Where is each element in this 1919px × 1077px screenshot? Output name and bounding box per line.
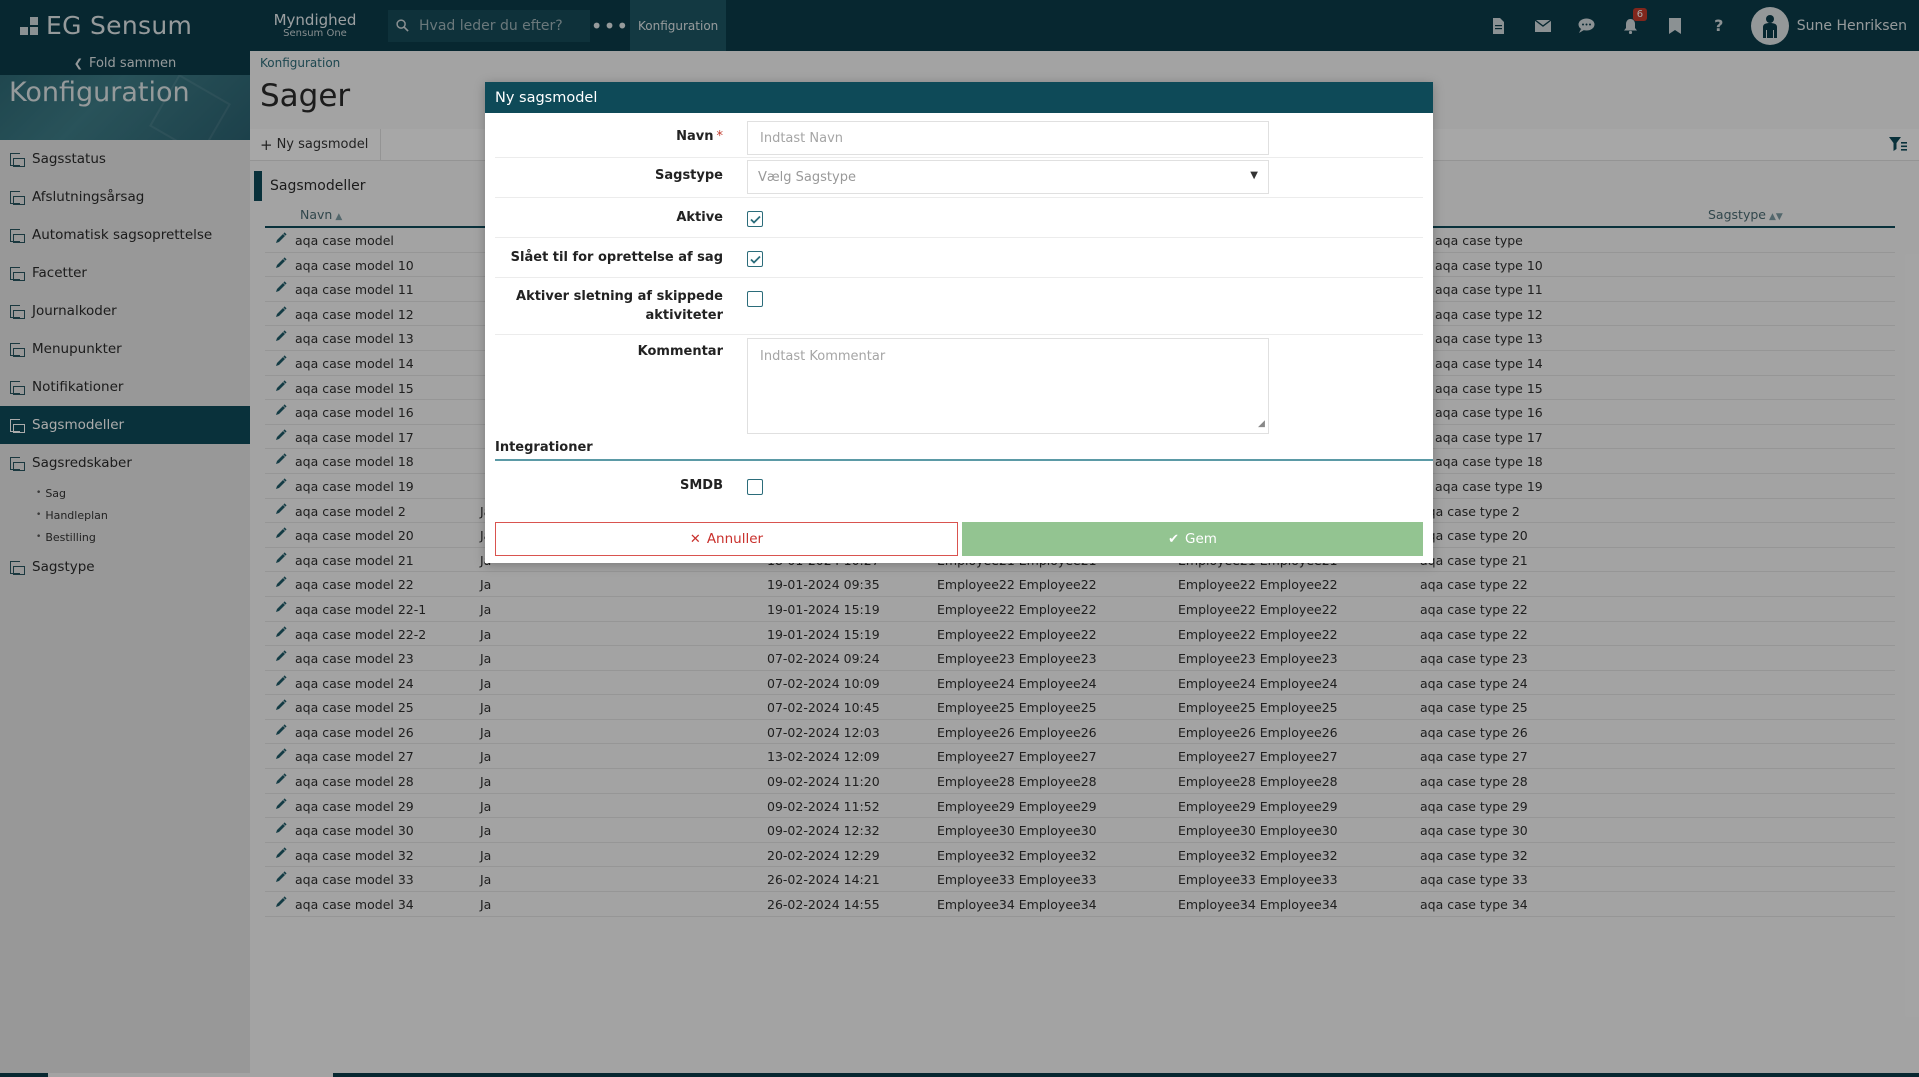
oprettelse-label: Slået til for oprettelse af sag xyxy=(510,250,723,265)
form-row-smdb: SMDB xyxy=(495,466,1423,506)
navn-input[interactable] xyxy=(747,121,1269,155)
dialog-title: Ny sagsmodel xyxy=(485,82,1433,113)
save-button[interactable]: ✔ Gem xyxy=(962,522,1423,556)
sagstype-placeholder: Vælg Sagstype xyxy=(758,169,856,185)
form-row-oprettelse: Slået til for oprettelse af sag xyxy=(495,238,1423,278)
integrationer-heading: Integrationer xyxy=(495,440,1433,461)
save-label: Gem xyxy=(1184,531,1217,547)
form-row-sletning: Aktiver sletning af skippede aktiviteter xyxy=(495,278,1423,335)
cancel-button[interactable]: ✕ Annuller xyxy=(495,522,958,556)
cancel-label: Annuller xyxy=(706,531,764,547)
sagstype-select[interactable]: Vælg Sagstype ▼ xyxy=(747,160,1269,194)
kommentar-label: Kommentar xyxy=(637,344,723,359)
checkmark-icon xyxy=(749,255,761,264)
close-icon: ✕ xyxy=(689,531,701,547)
form-row-kommentar: Kommentar ◢ xyxy=(495,335,1423,439)
kommentar-textarea[interactable] xyxy=(747,338,1269,434)
sletning-checkbox[interactable] xyxy=(747,291,763,307)
sletning-label-line-2: aktiviteter xyxy=(645,307,724,323)
checkmark-icon xyxy=(749,215,761,224)
oprettelse-checkbox[interactable] xyxy=(747,251,763,267)
aktive-checkbox[interactable] xyxy=(747,211,763,227)
resize-handle-icon[interactable]: ◢ xyxy=(1258,419,1265,429)
sletning-label-line-1: Aktiver sletning af skippede xyxy=(516,289,723,304)
caret-down-icon: ▼ xyxy=(1250,170,1258,181)
navn-label-text: Navn xyxy=(676,129,714,144)
aktive-label: Aktive xyxy=(676,210,723,225)
required-icon: * xyxy=(716,129,724,144)
sagstype-label: Sagstype xyxy=(655,168,723,183)
smdb-checkbox[interactable] xyxy=(747,479,763,495)
form-row-aktive: Aktive xyxy=(495,198,1423,238)
smdb-label: SMDB xyxy=(680,478,723,493)
navn-label: Navn * xyxy=(676,128,723,147)
form-row-sagstype: Sagstype Vælg Sagstype ▼ xyxy=(495,158,1423,198)
form-row-navn: Navn * xyxy=(495,118,1423,158)
sletning-label: Aktiver sletning af skippede aktiviteter xyxy=(516,288,723,326)
new-case-model-dialog: Ny sagsmodel Navn* Sagstype Vælg Sagstyp… xyxy=(485,82,1433,563)
check-icon: ✔ xyxy=(1168,531,1179,547)
